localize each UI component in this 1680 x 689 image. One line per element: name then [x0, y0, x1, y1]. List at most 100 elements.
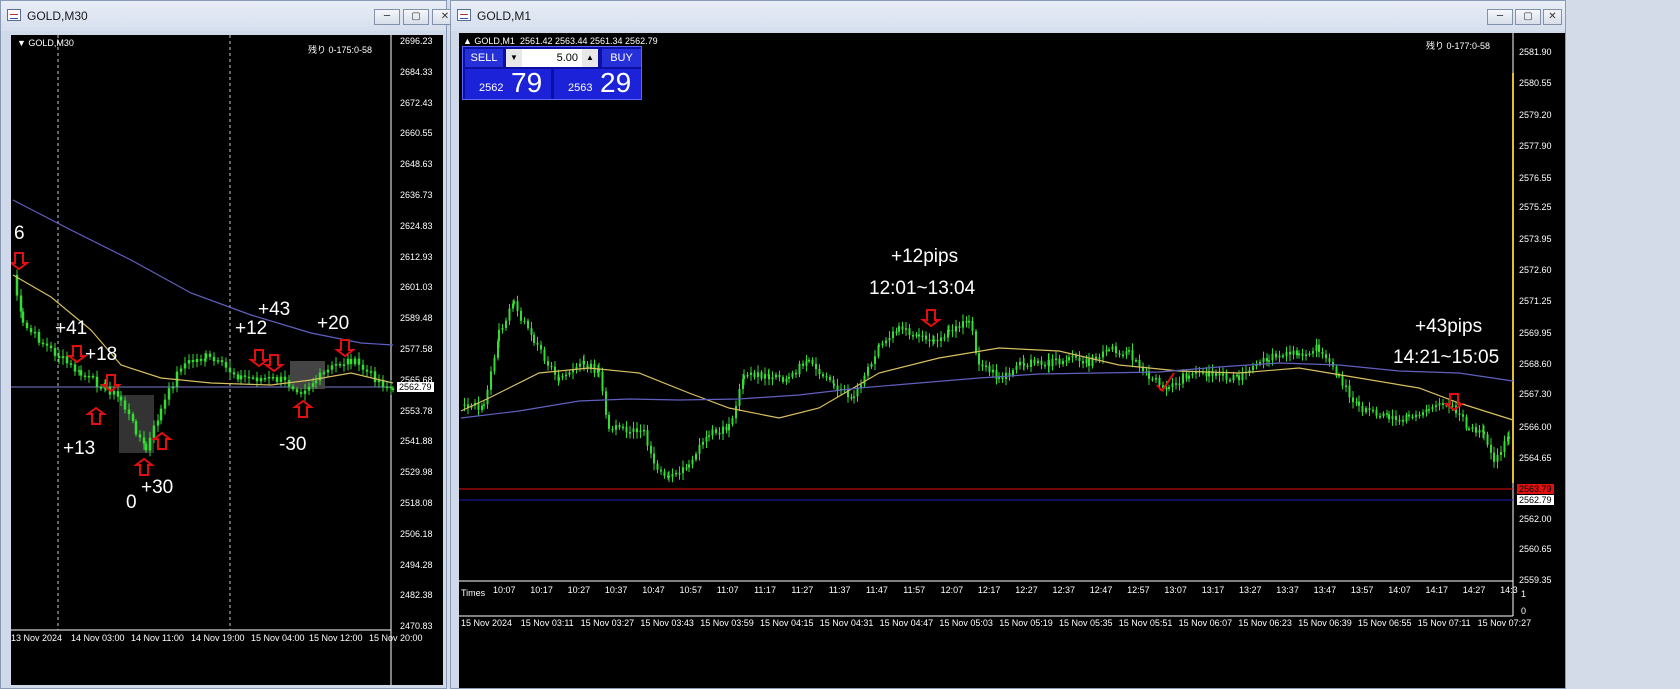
- candle-body: [718, 432, 721, 435]
- candle-body: [1438, 403, 1441, 406]
- candle-body: [208, 353, 212, 357]
- candle-body: [228, 367, 232, 373]
- buy-button[interactable]: BUY: [602, 49, 641, 67]
- subwindow-time-label: 11:47: [866, 585, 888, 595]
- candle-body: [1125, 351, 1128, 355]
- price-axis-label: 2579.20: [1519, 110, 1552, 120]
- candle-body: [881, 343, 884, 346]
- candle-body: [45, 343, 49, 346]
- candle-body: [725, 426, 728, 431]
- candle-body: [1278, 355, 1281, 358]
- candle-body: [1082, 361, 1084, 364]
- candle-body: [636, 428, 638, 433]
- candle-body: [1275, 353, 1277, 358]
- lot-size-input[interactable]: 5.00: [522, 49, 582, 67]
- time-axis-label: 15 Nov 05:35: [1059, 618, 1113, 628]
- right-window-titlebar[interactable]: GOLD,M1 ─ ▢ ✕: [451, 1, 1565, 31]
- sell-price-base: 2562: [479, 82, 504, 94]
- candle-body: [1088, 358, 1090, 366]
- left-chart-area[interactable]: ▼ GOLD,M30 残り 0-175:0-58 2696.23 2684.33 2…: [11, 35, 443, 685]
- candle-body: [750, 372, 752, 375]
- candle-body: [1062, 360, 1064, 365]
- maximize-button[interactable]: ▢: [1515, 9, 1541, 25]
- candle-body: [1325, 354, 1327, 359]
- candle-body: [171, 386, 175, 389]
- candle-body: [21, 311, 25, 323]
- price-axis-label: 2580.55: [1519, 78, 1552, 88]
- candle-body: [303, 390, 307, 394]
- candle-body: [757, 372, 759, 377]
- candle-body: [183, 363, 187, 369]
- left-chart-canvas[interactable]: [11, 35, 443, 685]
- candle-body: [1075, 355, 1077, 358]
- candle-body: [856, 388, 859, 397]
- candle-body: [1165, 387, 1168, 390]
- price-axis-label: 2696.23: [400, 36, 433, 46]
- candle-body: [1151, 378, 1154, 381]
- candle-body: [791, 372, 794, 377]
- trade2-time-label: 14:21~15:05: [1393, 347, 1500, 368]
- buy-price-box[interactable]: 2563 29: [554, 67, 641, 99]
- candle-body: [523, 320, 526, 323]
- candle-body: [236, 374, 240, 380]
- trade-result-label: 0: [126, 492, 137, 513]
- candle-body: [1037, 360, 1039, 364]
- candle-body: [1486, 434, 1489, 445]
- candle-body: [520, 310, 522, 321]
- price-axis-label: 2575.25: [1519, 202, 1552, 212]
- candle-body: [119, 396, 123, 401]
- candle-body: [1222, 373, 1224, 376]
- candle-body: [1372, 409, 1374, 412]
- candle-body: [1191, 373, 1194, 376]
- left-window-titlebar[interactable]: GOLD,M30 ─ ▢ ✕: [1, 1, 458, 31]
- candle-body: [342, 364, 346, 366]
- candle-body: [867, 366, 869, 376]
- subwindow-time-label: 13:57: [1350, 585, 1374, 595]
- subwindow-time-label: 12:57: [1127, 585, 1150, 595]
- candle-body: [611, 428, 614, 431]
- left-chart-window[interactable]: GOLD,M30 ─ ▢ ✕ ▼ GOLD,M30 残り 0-175:0-58 …: [0, 0, 458, 689]
- candle-body: [1386, 413, 1388, 415]
- candle-body: [1182, 373, 1184, 384]
- sell-price-box[interactable]: 2562 79: [465, 67, 551, 99]
- close-button[interactable]: ✕: [1543, 9, 1562, 25]
- candle-body: [1259, 362, 1261, 364]
- candle-body: [735, 405, 737, 419]
- candle-body: [992, 369, 994, 373]
- right-chart-window[interactable]: GOLD,M1 ─ ▢ ✕ ▲ GOLD,M1 2561.42 2563.44 …: [450, 0, 1566, 689]
- trade-result-label: 6: [14, 223, 25, 244]
- price-axis-label: 2506.18: [400, 528, 433, 539]
- candle-body: [322, 372, 326, 374]
- candle-body: [1395, 416, 1397, 420]
- trade-result-label: +43: [258, 299, 291, 320]
- candle-body: [905, 328, 907, 330]
- candle-body: [1500, 451, 1502, 455]
- candle-body: [1345, 385, 1347, 388]
- maximize-button[interactable]: ▢: [403, 9, 429, 25]
- minimize-button[interactable]: ─: [374, 9, 400, 25]
- candle-body: [688, 464, 690, 468]
- candle-body: [505, 320, 507, 328]
- candle-body: [1328, 358, 1331, 362]
- right-chart-area[interactable]: ▲ GOLD,M1 2561.42 2563.44 2561.34 2562.7…: [459, 33, 1565, 688]
- candle-body: [1023, 363, 1025, 366]
- minimize-button[interactable]: ─: [1487, 9, 1513, 25]
- candle-body: [267, 376, 271, 379]
- price-axis-label: 2566.00: [1519, 422, 1552, 432]
- lot-decrease-button[interactable]: ▼: [506, 49, 522, 67]
- sell-button[interactable]: SELL: [465, 49, 503, 67]
- candle-body: [1238, 375, 1240, 381]
- candle-body: [685, 467, 688, 469]
- subwindow-time-label: 13:17: [1201, 585, 1225, 595]
- subwindow-time-label: 13:07: [1164, 585, 1187, 595]
- candle-body: [49, 345, 53, 349]
- candle-body: [179, 368, 183, 372]
- lot-increase-button[interactable]: ▲: [582, 49, 598, 67]
- subwindow-time-label: 11:27: [791, 585, 814, 595]
- time-axis-label: 15 Nov 05:19: [999, 618, 1053, 628]
- candle-body: [1315, 344, 1318, 352]
- candle-body: [568, 372, 571, 375]
- candle-body: [550, 365, 553, 368]
- candle-body: [785, 378, 788, 382]
- price-axis-label: 2601.03: [400, 282, 433, 293]
